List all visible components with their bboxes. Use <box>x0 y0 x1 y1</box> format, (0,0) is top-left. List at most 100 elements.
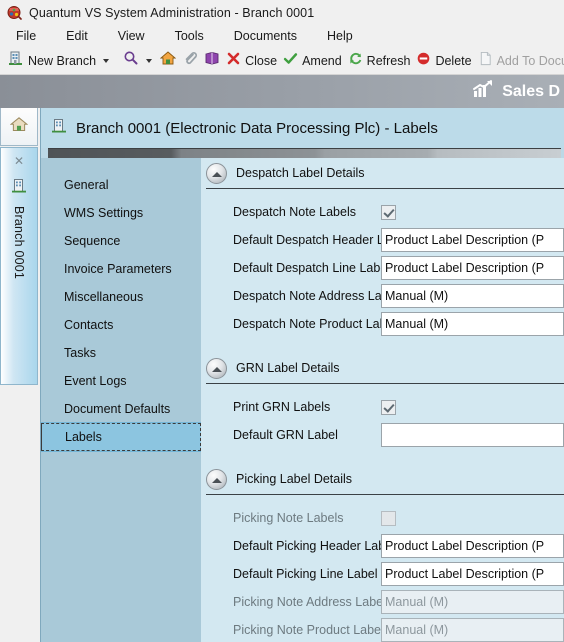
nav-label: Miscellaneous <box>64 290 144 304</box>
input-picking-note-product-labels[interactable]: Manual (M) <box>381 618 564 642</box>
label-default-picking-header-label: Default Picking Header Label <box>233 539 395 553</box>
despatch-rows: Despatch Note Labels Default Despatch He… <box>201 189 564 342</box>
label-despatch-note-labels: Despatch Note Labels <box>233 205 356 219</box>
row-default-despatch-header-label: Default Despatch Header Label Product La… <box>201 226 564 254</box>
new-branch-dropdown-caret-icon[interactable] <box>103 58 110 63</box>
section-header-despatch[interactable]: Despatch Label Details <box>201 158 564 188</box>
branch-icon <box>8 50 24 71</box>
label-despatch-note-product-labels: Despatch Note Product Labels <box>233 317 403 331</box>
home-icon <box>9 115 29 138</box>
search-button[interactable] <box>120 49 142 73</box>
attachment-button[interactable] <box>179 49 201 73</box>
row-default-picking-header-label: Default Picking Header Label Product Lab… <box>201 532 564 560</box>
menu-item-help[interactable]: Help <box>325 28 355 44</box>
row-despatch-note-address-labels: Despatch Note Address Labels Manual (M) <box>201 282 564 310</box>
section-header-grn[interactable]: GRN Label Details <box>201 353 564 383</box>
refresh-label: Refresh <box>366 53 411 68</box>
label-default-despatch-header-label: Default Despatch Header Label <box>233 233 408 247</box>
section-title-despatch: Despatch Label Details <box>236 166 365 180</box>
chevron-up-circle-icon[interactable] <box>206 162 227 184</box>
page-header: Branch 0001 (Electronic Data Processing … <box>41 108 564 148</box>
sales-banner-label: Sales D <box>502 82 560 100</box>
row-picking-note-product-labels: Picking Note Product Labels Manual (M) <box>201 616 564 642</box>
input-despatch-note-address-labels[interactable]: Manual (M) <box>381 284 564 308</box>
nav-label: Sequence <box>64 234 121 248</box>
input-default-picking-line-label[interactable]: Product Label Description (P <box>381 562 564 586</box>
close-x-icon[interactable]: ✕ <box>14 155 24 167</box>
sidebar-item-contacts[interactable]: Contacts <box>41 311 201 339</box>
checkbox-picking-note-labels[interactable] <box>381 510 396 526</box>
search-icon <box>123 50 139 71</box>
delete-label: Delete <box>435 53 472 68</box>
close-button[interactable]: Close <box>223 49 280 73</box>
attachment-icon <box>182 50 198 71</box>
input-default-despatch-line-label[interactable]: Product Label Description (P <box>381 256 564 280</box>
checkbox-print-grn-labels[interactable] <box>381 399 396 415</box>
home-button[interactable] <box>157 49 179 73</box>
grn-rows: Print GRN Labels Default GRN Label <box>201 384 564 453</box>
sidebar-item-labels[interactable]: Labels <box>41 422 202 452</box>
chevron-up-circle-icon[interactable] <box>206 468 227 490</box>
field-value: Manual (M) <box>385 289 449 303</box>
chevron-up-circle-icon[interactable] <box>206 357 227 379</box>
amend-label: Amend <box>302 53 342 68</box>
close-x-icon <box>226 51 241 71</box>
label-despatch-note-address-labels: Despatch Note Address Labels <box>233 289 405 303</box>
new-branch-button[interactable]: New Branch <box>5 49 99 73</box>
header-scrollbar[interactable] <box>48 148 561 158</box>
amend-button[interactable]: Amend <box>280 49 345 73</box>
add-to-documents-button[interactable]: Add To Docu <box>475 49 564 73</box>
sidebar-item-tasks[interactable]: Tasks <box>41 339 201 367</box>
sidebar-item-miscellaneous[interactable]: Miscellaneous <box>41 283 201 311</box>
branch-0001-tab[interactable]: ✕ Branch 0001 <box>0 147 38 385</box>
label-default-picking-line-label: Default Picking Line Label <box>233 567 378 581</box>
add-to-documents-label: Add To Docu <box>496 53 564 68</box>
picking-rows: Picking Note Labels Default Picking Head… <box>201 495 564 642</box>
delete-button[interactable]: Delete <box>413 49 474 73</box>
section-title-picking: Picking Label Details <box>236 472 353 486</box>
section-despatch-label-details: Despatch Label Details Despatch Note Lab… <box>201 158 564 342</box>
row-picking-note-address-labels: Picking Note Address Labels Manual (M) <box>201 588 564 616</box>
input-despatch-note-product-labels[interactable]: Manual (M) <box>381 312 564 336</box>
menu-item-file[interactable]: File <box>14 28 38 44</box>
branch-tab-label: Branch 0001 <box>12 206 26 280</box>
section-title-grn: GRN Label Details <box>236 361 340 375</box>
section-header-picking[interactable]: Picking Label Details <box>201 464 564 494</box>
menu-item-view[interactable]: View <box>116 28 147 44</box>
sidebar-item-document-defaults[interactable]: Document Defaults <box>41 395 201 423</box>
workspace: ✕ Branch 0001 Branch 0001 (Electronic Da… <box>0 108 564 642</box>
sales-chart-icon <box>472 79 494 104</box>
menu-item-tools[interactable]: Tools <box>173 28 206 44</box>
sidebar-item-invoice-parameters[interactable]: Invoice Parameters <box>41 255 201 283</box>
nav-label: WMS Settings <box>64 206 144 220</box>
input-default-grn-label[interactable] <box>381 423 564 447</box>
menu-item-edit[interactable]: Edit <box>64 28 90 44</box>
sidebar-item-sequence[interactable]: Sequence <box>41 227 201 255</box>
row-picking-note-labels: Picking Note Labels <box>201 504 564 532</box>
row-print-grn-labels: Print GRN Labels <box>201 393 564 421</box>
search-dropdown-caret-icon[interactable] <box>146 58 153 63</box>
sidebar-item-event-logs[interactable]: Event Logs <box>41 367 201 395</box>
refresh-button[interactable]: Refresh <box>345 49 414 73</box>
input-default-despatch-header-label[interactable]: Product Label Description (P <box>381 228 564 252</box>
sidebar-item-general[interactable]: General <box>41 171 201 199</box>
book-button[interactable] <box>201 49 223 73</box>
input-picking-note-address-labels[interactable]: Manual (M) <box>381 590 564 614</box>
add-to-documents-icon <box>478 51 493 71</box>
home-tab[interactable] <box>0 108 38 146</box>
vertical-tab-strip: ✕ Branch 0001 <box>0 108 40 642</box>
checkbox-despatch-note-labels[interactable] <box>381 204 396 220</box>
application-window: Quantum VS System Administration - Branc… <box>0 0 564 642</box>
section-picking-label-details: Picking Label Details Picking Note Label… <box>201 464 564 642</box>
field-value: Manual (M) <box>385 595 449 609</box>
delete-icon <box>416 51 431 71</box>
nav-label: Document Defaults <box>64 402 171 416</box>
menu-item-documents[interactable]: Documents <box>232 28 299 44</box>
sidebar-item-wms-settings[interactable]: WMS Settings <box>41 199 201 227</box>
input-default-picking-header-label[interactable]: Product Label Description (P <box>381 534 564 558</box>
amend-check-icon <box>283 51 298 71</box>
menu-bar: File Edit View Tools Documents Help <box>0 25 564 47</box>
book-icon <box>204 50 220 71</box>
